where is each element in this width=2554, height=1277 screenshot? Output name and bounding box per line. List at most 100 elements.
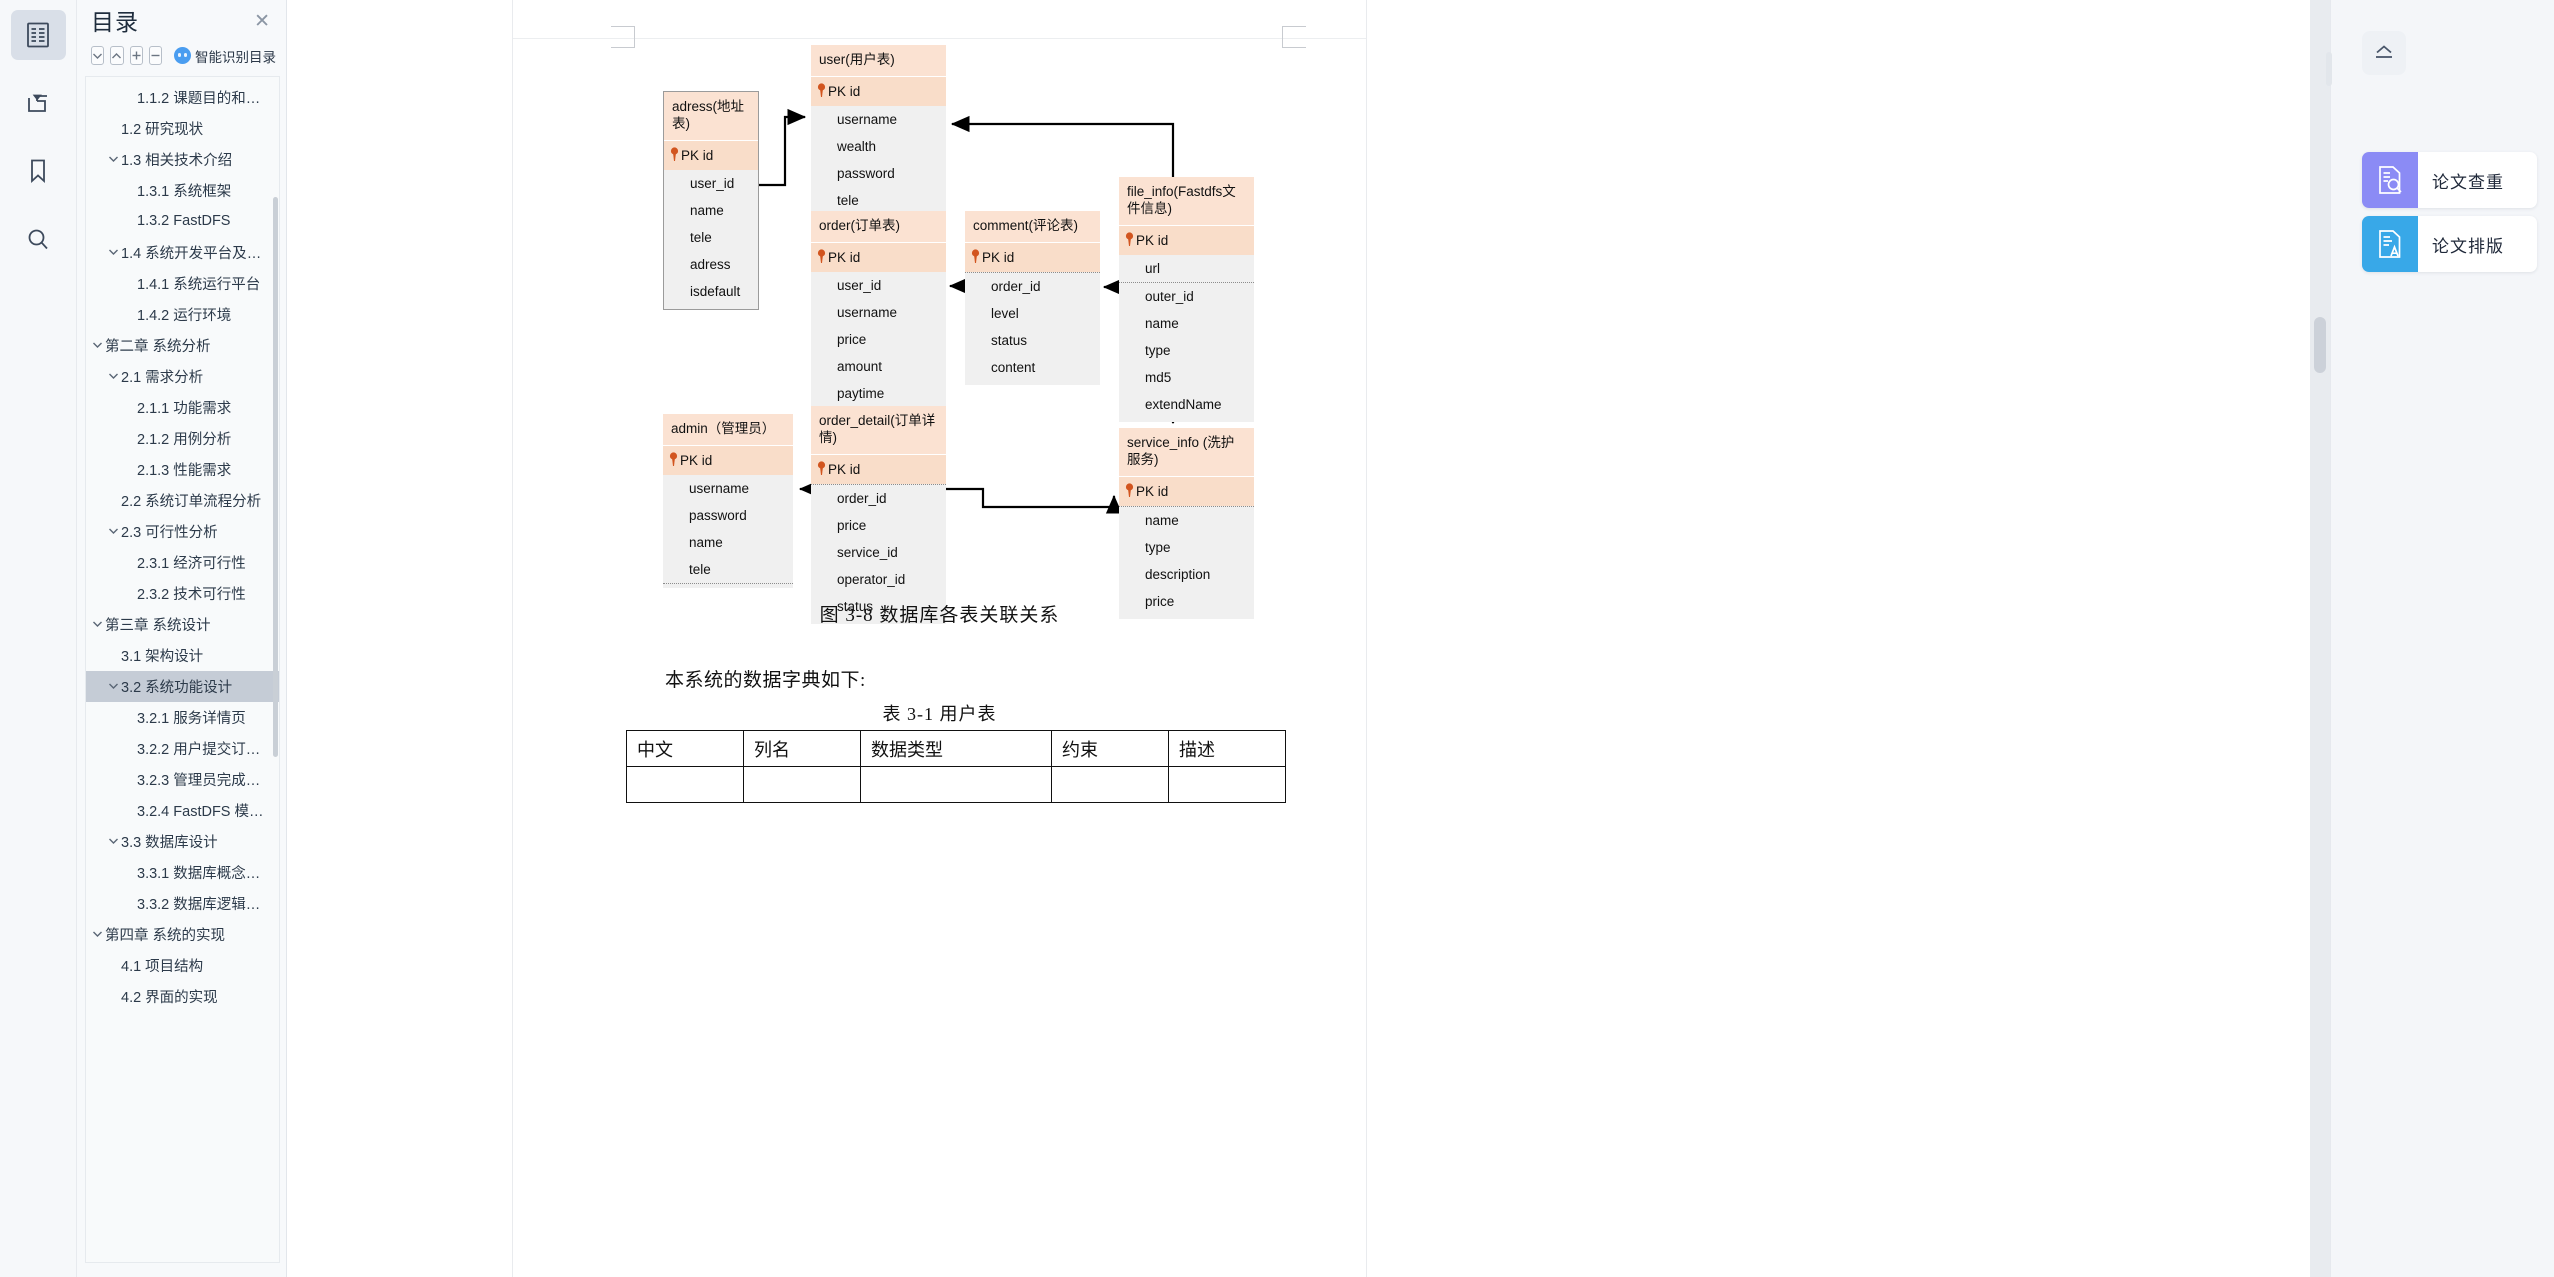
toc-item[interactable]: 3.3.2 数据库逻辑设计 xyxy=(86,888,279,919)
toc-item[interactable]: 1.4.1 系统运行平台 xyxy=(86,268,279,299)
toc-item-label: 1.4.1 系统运行平台 xyxy=(137,276,261,293)
toc-item[interactable]: 3.1 架构设计 xyxy=(86,640,279,671)
chevron-down-icon[interactable] xyxy=(90,341,105,349)
smart-face-icon xyxy=(174,47,191,65)
er-table-title: admin（管理员） xyxy=(663,414,793,445)
key-icon xyxy=(1125,232,1134,249)
expand-all-button[interactable] xyxy=(91,46,105,66)
document-scrollbar-thumb[interactable] xyxy=(2314,317,2326,373)
bookmark-icon[interactable] xyxy=(11,146,66,196)
table-header-row: 中文 列名 数据类型 约束 描述 xyxy=(625,730,1287,767)
er-primary-key-row: PK id xyxy=(811,453,946,484)
er-primary-key-row: PK id xyxy=(1119,224,1254,255)
er-field: outer_id xyxy=(1145,288,1194,304)
table-cell xyxy=(625,766,745,803)
toc-item[interactable]: 2.1.3 性能需求 xyxy=(86,454,279,485)
toc-item-label: 3.2.1 服务详情页 xyxy=(137,710,246,727)
chevron-down-icon[interactable] xyxy=(106,155,121,163)
er-field: order_id xyxy=(837,490,887,506)
search-icon[interactable] xyxy=(11,214,66,264)
smart-recognize-label: 智能识别目录 xyxy=(195,49,276,65)
er-field: order_id xyxy=(991,278,1041,294)
smart-recognize-toc-button[interactable]: 智能识别目录 xyxy=(174,46,276,66)
er-table-title: comment(评论表) xyxy=(965,211,1100,242)
document-paragraph: 本系统的数据字典如下: xyxy=(665,670,866,691)
table-cell xyxy=(743,766,862,803)
er-field-list: username password name tele xyxy=(663,474,793,588)
toc-item[interactable]: 3.2.2 用户提交订单和付… xyxy=(86,733,279,764)
er-field: content xyxy=(991,359,1036,375)
toc-item[interactable]: 2.1.1 功能需求 xyxy=(86,392,279,423)
panel-resize-grip[interactable] xyxy=(2326,52,2332,86)
toc-item[interactable]: 2.3 可行性分析 xyxy=(86,516,279,547)
chevron-down-icon[interactable] xyxy=(106,837,121,845)
paper-plagiarism-check-label: 论文查重 xyxy=(2432,172,2504,192)
toc-item[interactable]: 1.3 相关技术介绍 xyxy=(86,144,279,175)
er-field: tele xyxy=(837,192,859,208)
toc-item[interactable]: 2.1.2 用例分析 xyxy=(86,423,279,454)
toc-list-container: 1.1.2 课题目的和意义 1.2 研究现状 1.3 相关技术介绍 1.3.1 系统框… xyxy=(85,75,280,1263)
er-field: price xyxy=(837,331,867,347)
document-scrollbar-track[interactable] xyxy=(2310,0,2330,1277)
er-field-list: user_id username price amount paytime xyxy=(811,271,946,412)
toc-item[interactable]: 1.3.2 FastDFS xyxy=(86,206,279,237)
chevron-down-icon[interactable] xyxy=(90,620,105,628)
toc-item[interactable]: 2.2 系统订单流程分析 xyxy=(86,485,279,516)
er-primary-key-label: PK id xyxy=(828,249,861,265)
key-icon xyxy=(817,461,826,478)
thumbnail-icon[interactable] xyxy=(11,78,66,128)
toc-item[interactable]: 1.4.2 运行环境 xyxy=(86,299,279,330)
chevron-down-icon[interactable] xyxy=(90,930,105,938)
toc-item[interactable]: 2.3.2 技术可行性 xyxy=(86,578,279,609)
toc-item[interactable]: 2.3.1 经济可行性 xyxy=(86,547,279,578)
table-header-cell: 约束 xyxy=(1050,730,1169,767)
toc-item[interactable]: 1.2 研究现状 xyxy=(86,113,279,144)
toc-item[interactable]: 第二章 系统分析 xyxy=(86,330,279,361)
er-table-comment: comment(评论表) PK id order_id level status cont… xyxy=(965,211,1100,385)
toc-item[interactable]: 3.2 系统功能设计 xyxy=(86,670,279,702)
er-field: user_id xyxy=(690,175,735,191)
outline-icon[interactable] xyxy=(10,10,66,60)
er-table-title: order(订单表) xyxy=(811,211,946,242)
er-table-adress: adress(地址表) PK id user_id name tele adress isd… xyxy=(663,91,759,310)
toc-scrollbar-thumb[interactable] xyxy=(273,196,278,757)
toc-item[interactable]: 4.1 项目结构 xyxy=(86,950,279,981)
toc-item-label: 2.1.2 用例分析 xyxy=(137,431,232,448)
key-icon xyxy=(971,249,980,266)
toc-item-label: 3.2.2 用户提交订单和付… xyxy=(137,741,273,758)
er-field: md5 xyxy=(1145,369,1172,385)
paper-format-button[interactable]: 论文排版 xyxy=(2362,216,2537,272)
decrease-level-button[interactable] xyxy=(148,46,162,66)
toc-item[interactable]: 第三章 系统设计 xyxy=(86,609,279,640)
toc-item[interactable]: 1.1.2 课题目的和意义 xyxy=(86,82,279,113)
toc-item[interactable]: 1.4 系统开发平台及运行环… xyxy=(86,237,279,268)
toc-item[interactable]: 4.2 界面的实现 xyxy=(86,981,279,1012)
er-primary-key-label: PK id xyxy=(1136,483,1169,499)
chevron-down-icon[interactable] xyxy=(106,527,121,535)
toc-item[interactable]: 3.3.1 数据库概念设计 xyxy=(86,857,279,888)
er-field: url xyxy=(1145,260,1161,276)
er-table-file_info: file_info(Fastdfs文件信息) PK id url outer_id na… xyxy=(1119,177,1254,422)
collapse-panel-button[interactable] xyxy=(2362,31,2406,75)
toc-item-label: 3.1 架构设计 xyxy=(121,648,204,665)
toc-item[interactable]: 3.2.1 服务详情页 xyxy=(86,702,279,733)
toc-item[interactable]: 3.2.4 FastDFS 模块设计 xyxy=(86,795,279,826)
chevron-down-icon[interactable] xyxy=(106,248,121,256)
toc-item[interactable]: 3.3 数据库设计 xyxy=(86,826,279,857)
key-icon xyxy=(670,147,679,164)
toc-item-label: 4.2 界面的实现 xyxy=(121,989,218,1006)
er-field: description xyxy=(1145,566,1211,582)
toc-item[interactable]: 1.3.1 系统框架 xyxy=(86,175,279,206)
toc-item[interactable]: 第四章 系统的实现 xyxy=(86,919,279,950)
toc-item[interactable]: 3.2.3 管理员完成清洗 xyxy=(86,764,279,795)
doc-format-icon xyxy=(2362,216,2418,272)
er-field: wealth xyxy=(837,138,877,154)
collapse-all-button[interactable] xyxy=(110,46,124,66)
paper-plagiarism-check-button[interactable]: 论文查重 xyxy=(2362,152,2537,208)
close-icon[interactable]: ✕ xyxy=(252,8,272,35)
data-dictionary-table: 中文 列名 数据类型 约束 描述 xyxy=(625,730,1287,803)
increase-level-button[interactable] xyxy=(129,46,143,66)
chevron-down-icon[interactable] xyxy=(106,372,121,380)
chevron-down-icon[interactable] xyxy=(106,682,121,690)
toc-item[interactable]: 2.1 需求分析 xyxy=(86,361,279,392)
